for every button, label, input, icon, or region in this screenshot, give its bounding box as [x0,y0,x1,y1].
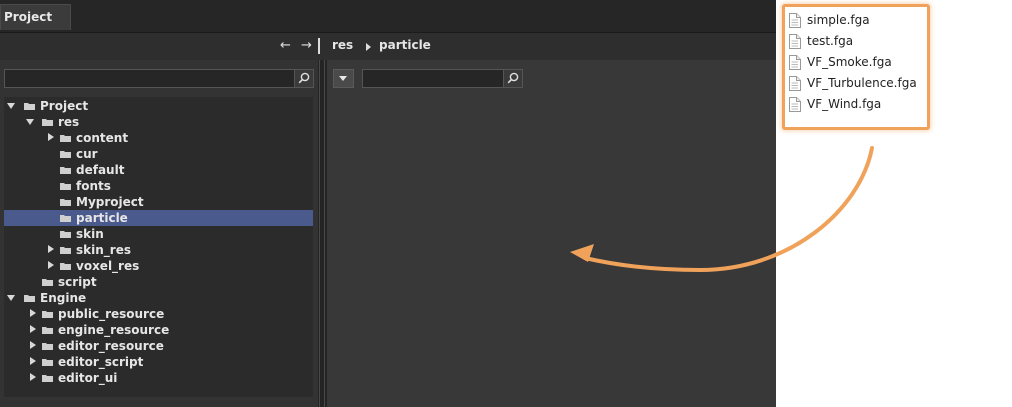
expand-arrow-icon[interactable] [48,261,54,269]
expand-arrow-icon[interactable] [30,341,36,349]
folder-icon [60,199,71,206]
tree-item-label: skin_res [76,243,131,257]
file-name: VF_Wind.fga [807,97,882,111]
tree-item-editor-ui[interactable]: editor_ui [4,370,313,386]
tree-item-label: cur [76,147,98,161]
tab-bar: Project [0,0,776,33]
back-arrow-icon[interactable]: ← [280,38,291,53]
chevron-down-icon [339,76,347,81]
folder-icon [60,135,71,142]
breadcrumb-particle[interactable]: particle [379,38,431,52]
folder-icon [60,263,71,270]
folder-icon [42,375,53,382]
expand-arrow-icon[interactable] [7,295,15,301]
folder-open-icon [42,119,53,126]
file-name: VF_Turbulence.fga [807,76,917,90]
tree-item-script[interactable]: script [4,274,313,290]
tree-item-label: res [58,115,80,129]
folder-icon [60,167,71,174]
folder-open-icon [24,295,35,302]
folder-icon [60,183,71,190]
expand-arrow-icon[interactable] [30,357,36,365]
tree-item-res[interactable]: res [4,114,313,130]
folder-icon [60,231,71,238]
tree-item-label: engine_resource [58,323,170,337]
expand-arrow-icon[interactable] [30,373,36,381]
folder-icon [42,343,53,350]
folder-icon [42,311,53,318]
folder-open-icon [60,215,71,222]
tree-item-label: editor_ui [58,371,118,385]
tree-item-cur[interactable]: cur [4,146,313,162]
tree-item-editor-resource[interactable]: editor_resource [4,338,313,354]
file-name: test.fga [807,34,854,48]
tree-item-myproject[interactable]: Myproject [4,194,313,210]
tree-item-label: Engine [40,291,87,305]
search-icon[interactable] [294,70,313,87]
tree-item-label: script [58,275,97,289]
tree-item-editor-script[interactable]: editor_script [4,354,313,370]
tree-item-particle[interactable]: particle [4,210,313,226]
tree-item-label: fonts [76,179,111,193]
expand-arrow-icon[interactable] [26,119,34,125]
tree-item-engine-resource[interactable]: engine_resource [4,322,313,338]
pane-splitter[interactable] [318,60,327,407]
expand-arrow-icon[interactable] [7,103,15,109]
expand-arrow-icon[interactable] [48,245,54,253]
search-icon[interactable] [503,70,522,87]
forward-arrow-icon[interactable]: → [301,38,312,53]
expand-arrow-icon[interactable] [48,133,54,141]
tree-item-label: editor_resource [58,339,164,353]
tree-item-default[interactable]: default [4,162,313,178]
tree-item-label: Myproject [76,195,144,209]
document-icon [789,55,801,70]
tree-item-label: voxel_res [76,259,140,273]
breadcrumb-res[interactable]: res [332,38,353,52]
tree-search-field[interactable] [4,69,314,88]
tab-project[interactable]: Project [0,4,71,30]
folder-tree: Project res content cur default fonts My… [4,97,313,397]
content-search-input[interactable] [365,71,504,88]
path-separator [318,38,320,54]
document-icon [789,34,801,49]
file-name: simple.fga [807,13,870,27]
document-icon [789,13,801,28]
document-icon [789,97,801,112]
tree-item-label: public_resource [58,307,165,321]
file-name: VF_Smoke.fga [807,55,892,69]
folder-icon [42,327,53,334]
path-bar: ← → res particle [0,33,776,60]
view-dropdown-button[interactable] [333,69,354,88]
content-search-field[interactable] [362,69,523,88]
expand-arrow-icon[interactable] [30,325,36,333]
tree-item-fonts[interactable]: fonts [4,178,313,194]
tree-item-content[interactable]: content [4,130,313,146]
folder-open-icon [24,103,35,110]
tree-item-public-resource[interactable]: public_resource [4,306,313,322]
folder-icon [42,279,53,286]
folder-icon [60,247,71,254]
tree-item-project[interactable]: Project [4,98,313,114]
tree-item-label: editor_script [58,355,144,369]
tree-item-label: default [76,163,125,177]
tree-item-skin[interactable]: skin [4,226,313,242]
tree-item-label: content [76,131,129,145]
breadcrumb-chevron-icon [366,43,371,51]
tree-item-label: skin [76,227,104,241]
tree-item-engine[interactable]: Engine [4,290,313,306]
drag-arrow-icon [570,146,874,273]
document-icon [789,76,801,91]
folder-icon [42,359,53,366]
tree-search-input[interactable] [7,71,295,88]
expand-arrow-icon[interactable] [30,309,36,317]
tree-item-label: particle [76,211,128,225]
external-file-list: simple.fga test.fga VF_Smoke.fga VF_Turb… [782,4,930,130]
tree-item-voxel-res[interactable]: voxel_res [4,258,313,274]
folder-icon [60,151,71,158]
tree-item-label: Project [40,99,89,113]
tree-item-skin-res[interactable]: skin_res [4,242,313,258]
